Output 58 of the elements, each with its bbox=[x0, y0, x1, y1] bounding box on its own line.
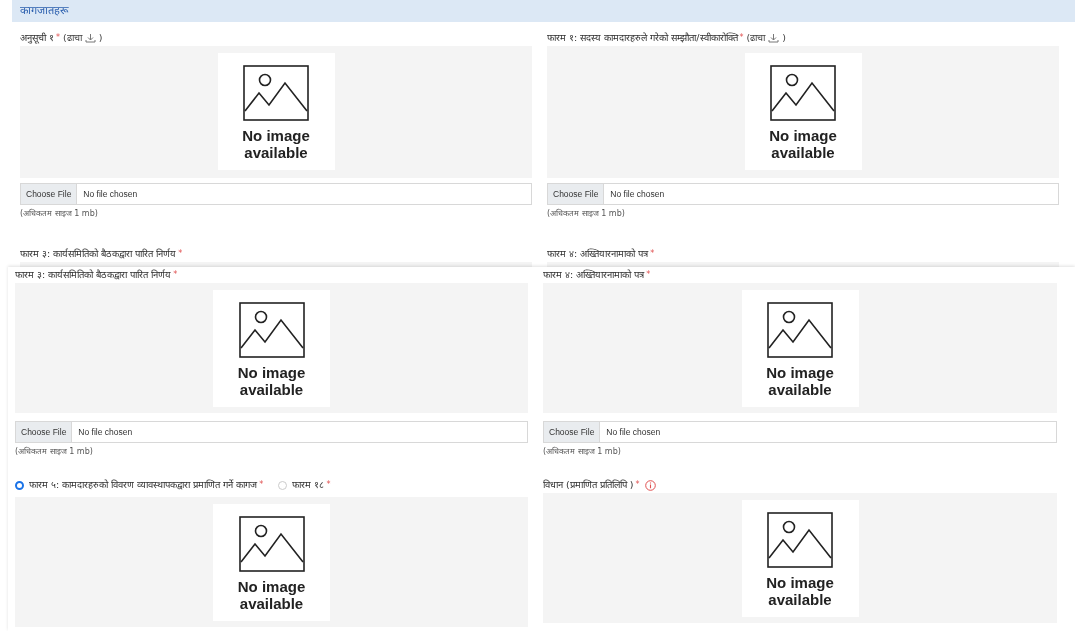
required-mark: * bbox=[635, 479, 640, 491]
required-mark: * bbox=[650, 248, 655, 260]
radio-option[interactable]: फारम ५: कामदारहरुको विवरण व्यावस्थापकद्वारा प्रमाणित गर्ने कागज * bbox=[15, 477, 267, 493]
option-label: फारम ५: कामदारहरुको विवरण व्यावस्थापकद्वारा प्रमाणित गर्ने कागज bbox=[29, 478, 258, 492]
paren: ( bbox=[746, 31, 751, 45]
paren: ( bbox=[63, 31, 67, 45]
placeholder-text: No image available bbox=[236, 578, 307, 612]
size-hint: (अधिकतम साइज 1 mb) bbox=[547, 207, 625, 220]
required-mark: * bbox=[326, 479, 331, 491]
file-input[interactable]: Choose File No file chosen bbox=[15, 421, 528, 443]
field-label: फारम ४: अख्तियारनामाको पत्र bbox=[547, 247, 649, 261]
size-hint: (अधिकतम साइज 1 mb) bbox=[543, 445, 621, 458]
choose-file-button[interactable]: Choose File bbox=[16, 422, 73, 442]
placeholder-text: No image available bbox=[768, 127, 838, 161]
no-image-icon bbox=[770, 65, 836, 121]
no-image-icon bbox=[243, 65, 309, 121]
file-status: No file chosen bbox=[82, 189, 138, 199]
size-hint: (अधिकतम साइज 1 mb) bbox=[20, 207, 98, 220]
template-link[interactable]: ढाचा bbox=[750, 30, 766, 46]
file-input[interactable]: Choose File No file chosen bbox=[547, 183, 1059, 205]
placeholder-text: No image available bbox=[765, 574, 835, 608]
choose-file-button[interactable]: Choose File bbox=[21, 184, 78, 204]
file-input[interactable]: Choose File No file chosen bbox=[20, 183, 532, 205]
placeholder-text: No image available bbox=[236, 364, 307, 398]
required-mark: * bbox=[173, 269, 178, 281]
file-input[interactable]: Choose File No file chosen bbox=[543, 421, 1057, 443]
no-image-icon bbox=[767, 302, 833, 358]
paren: ) bbox=[782, 31, 786, 45]
required-mark: * bbox=[259, 479, 264, 491]
field-label: फारम १: सदस्य कामदारहरुले गरेको सम्झौता/स्वीकारोक्ति bbox=[547, 31, 738, 45]
required-mark: * bbox=[646, 269, 651, 281]
required-mark: * bbox=[739, 32, 744, 44]
download-icon[interactable] bbox=[84, 33, 96, 43]
field-label: अनुसूची १ bbox=[20, 31, 55, 46]
no-image-icon bbox=[238, 516, 305, 572]
section-title: कागजातहरू bbox=[20, 3, 69, 19]
file-status: No file chosen bbox=[77, 427, 133, 437]
download-icon[interactable] bbox=[768, 33, 780, 43]
file-status: No file chosen bbox=[605, 427, 661, 437]
placeholder-text: No image available bbox=[241, 127, 311, 161]
field-label: फारम ३: कार्यसमितिको बैठकद्वारा पारित निर्णय bbox=[20, 247, 177, 261]
required-mark: * bbox=[178, 248, 183, 260]
radio-button[interactable] bbox=[278, 480, 288, 490]
size-hint: (अधिकतम साइज 1 mb) bbox=[15, 445, 93, 458]
choose-file-button[interactable]: Choose File bbox=[548, 184, 605, 204]
field-label: फारम ३: कार्यसमितिको बैठकद्वारा पारित निर्णय bbox=[15, 268, 172, 282]
option-label: फारम १८ bbox=[292, 478, 325, 492]
radio-option[interactable]: फारम १८ * bbox=[278, 477, 334, 493]
radio-button[interactable] bbox=[15, 480, 24, 490]
no-image-icon bbox=[238, 302, 305, 358]
choose-file-button[interactable]: Choose File bbox=[544, 422, 601, 442]
file-status: No file chosen bbox=[609, 189, 665, 199]
field-label: फारम ४: अख्तियारनामाको पत्र bbox=[543, 268, 645, 282]
placeholder-text: No image available bbox=[765, 364, 835, 398]
no-image-icon bbox=[767, 512, 833, 568]
required-mark: * bbox=[56, 32, 61, 44]
field-label: विधान (प्रमाणित प्रतिलिपि ) bbox=[543, 478, 634, 492]
paren: ) bbox=[98, 31, 103, 45]
